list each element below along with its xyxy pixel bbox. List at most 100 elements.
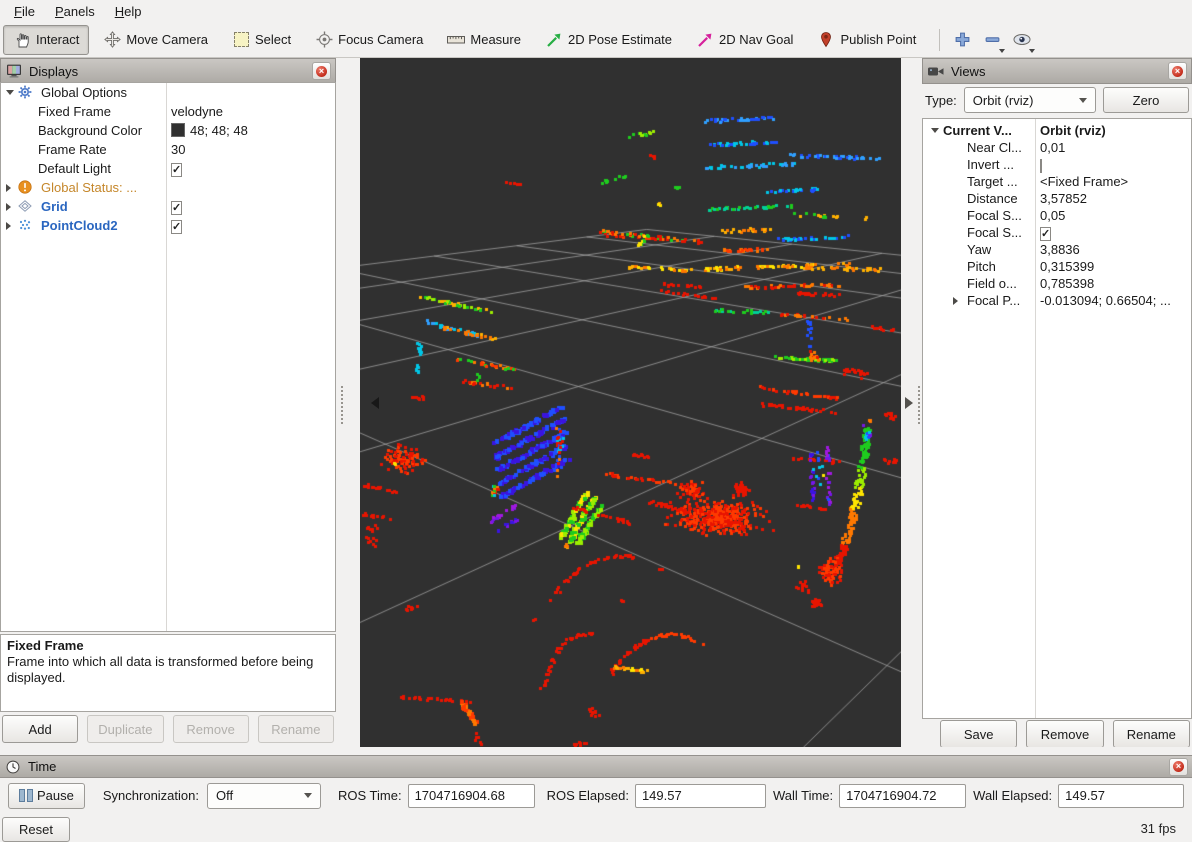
time-panel-title: Time (28, 759, 1163, 774)
tool-visibility-button[interactable] (1009, 26, 1035, 54)
tool-move-camera-button[interactable]: Move Camera (93, 25, 218, 55)
tool-interact-button[interactable]: Interact (3, 25, 89, 55)
reset-button[interactable]: Reset (2, 817, 70, 842)
remove-tool-button[interactable] (979, 26, 1005, 54)
tree-row[interactable]: Frame Rate 30 (1, 140, 335, 159)
menu-item-panels[interactable]: Panels (45, 2, 105, 21)
tree-row[interactable]: Near Cl...0,01 (923, 139, 1191, 156)
pause-button[interactable]: Pause (8, 783, 85, 809)
tree-row[interactable]: Pitch0,315399 (923, 258, 1191, 275)
tree-row[interactable]: PointCloud2✓ (1, 216, 335, 235)
checkbox-checked[interactable]: ✓ (1040, 227, 1051, 241)
tool-focus-camera-button[interactable]: Focus Camera (305, 25, 433, 55)
displays-panel-header[interactable]: Displays × (0, 58, 336, 84)
expander-closed-icon[interactable] (6, 222, 11, 230)
expander-closed-icon[interactable] (953, 297, 958, 305)
value-text[interactable]: 30 (171, 142, 185, 157)
expander-closed-icon[interactable] (6, 203, 11, 211)
color-swatch[interactable] (171, 123, 185, 137)
add-tool-button[interactable] (949, 26, 975, 54)
displays-panel: Displays × Global OptionsFixed Framevelo… (0, 58, 336, 747)
menu-item-help[interactable]: Help (105, 2, 152, 21)
tool-publish-point-button[interactable]: Publish Point (807, 25, 926, 55)
tree-row[interactable]: Grid✓ (1, 197, 335, 216)
property-value: <Fixed Frame> (1040, 174, 1128, 189)
save-button[interactable]: Save (940, 720, 1017, 748)
wall-elapsed-field[interactable]: 149.57 (1058, 784, 1184, 808)
expander-open-icon[interactable] (931, 128, 939, 133)
property-value: 0,785398 (1040, 276, 1094, 291)
expander-open-icon[interactable] (6, 90, 14, 95)
collapse-left-panel-icon[interactable] (371, 397, 379, 409)
sync-select[interactable]: Off (207, 783, 321, 809)
displays-tree[interactable]: Global OptionsFixed FramevelodyneBackgro… (0, 82, 336, 632)
minus-icon (983, 31, 1001, 49)
tree-row[interactable]: Target ...<Fixed Frame> (923, 173, 1191, 190)
property-value[interactable]: ✓ (171, 161, 182, 176)
checkbox-checked[interactable]: ✓ (171, 201, 182, 215)
view-type-select[interactable]: Orbit (rviz) (964, 87, 1096, 113)
tree-row[interactable]: Fixed Framevelodyne (1, 102, 335, 121)
splitter-handle[interactable] (918, 386, 920, 424)
tool-2d-nav-goal-button[interactable]: 2D Nav Goal (686, 25, 803, 55)
displays-buttons: AddDuplicateRemoveRename (2, 715, 334, 743)
menu-bar: FilePanelsHelp (0, 0, 1192, 22)
checkbox-checked[interactable]: ✓ (171, 220, 182, 234)
rename-button[interactable]: Rename (1113, 720, 1190, 748)
tree-row[interactable]: Default Light✓ (1, 159, 335, 178)
tree-row[interactable]: Distance3,57852 (923, 190, 1191, 207)
tool-2d-pose-estimate-button[interactable]: 2D Pose Estimate (535, 25, 682, 55)
help-body: Frame into which all data is transformed… (7, 654, 329, 686)
tree-row[interactable]: Invert ... (923, 156, 1191, 173)
displays-close-button[interactable]: × (312, 62, 331, 80)
property-value[interactable]: ✓ (171, 199, 182, 214)
property-value[interactable]: ✓ (171, 218, 182, 233)
views-panel-header[interactable]: Views × (922, 58, 1192, 84)
ros-time-field[interactable]: 1704716904.68 (408, 784, 535, 808)
monitor-icon (5, 62, 23, 80)
tree-row[interactable]: Focal P...-0.013094; 0.66504; ... (923, 292, 1191, 309)
splitter-handle[interactable] (341, 386, 343, 424)
tool-select-button[interactable]: Select (222, 25, 301, 55)
type-label: Type: (925, 93, 957, 108)
add-button[interactable]: Add (2, 715, 78, 743)
menu-item-file[interactable]: File (4, 2, 45, 21)
tree-row[interactable]: Global Options (1, 83, 335, 102)
time-close-button[interactable]: × (1169, 758, 1188, 776)
3d-render-canvas[interactable] (360, 58, 901, 747)
zero-button[interactable]: Zero (1103, 87, 1189, 113)
views-close-button[interactable]: × (1168, 62, 1187, 80)
property-name: Frame Rate (38, 142, 107, 157)
tree-row[interactable]: Focal S...0,05 (923, 207, 1191, 224)
tool-label: Focus Camera (338, 32, 423, 47)
splitter-right[interactable] (901, 58, 922, 747)
expander-closed-icon[interactable] (6, 184, 11, 192)
tree-row[interactable]: Background Color48; 48; 48 (1, 121, 335, 140)
property-value[interactable]: ✓ (1040, 225, 1051, 240)
time-panel-header[interactable]: Time × (0, 755, 1192, 778)
wall-time-field[interactable]: 1704716904.72 (839, 784, 966, 808)
value-text[interactable]: 48; 48; 48 (190, 123, 248, 138)
tree-row[interactable]: Current V...Orbit (rviz) (923, 122, 1191, 139)
tool-label: Interact (36, 32, 79, 47)
ros-elapsed-field[interactable]: 149.57 (635, 784, 766, 808)
collapse-right-panel-icon[interactable] (905, 397, 913, 409)
checkbox-checked[interactable]: ✓ (171, 163, 182, 177)
remove-button[interactable]: Remove (1026, 720, 1103, 748)
splitter-left[interactable] (336, 58, 360, 747)
tree-row[interactable]: Yaw3,8836 (923, 241, 1191, 258)
rename-button: Rename (258, 715, 334, 743)
close-icon: × (1173, 761, 1184, 772)
property-value[interactable] (1040, 157, 1042, 172)
render-view[interactable] (360, 58, 901, 747)
views-panel-title: Views (951, 64, 1162, 79)
tree-row[interactable]: Field o...0,785398 (923, 275, 1191, 292)
tool-measure-button[interactable]: Measure (437, 25, 531, 55)
checkbox[interactable] (1040, 159, 1042, 173)
tree-row[interactable]: Global Status: ... (1, 178, 335, 197)
views-tree[interactable]: Current V...Orbit (rviz)Near Cl...0,01In… (922, 118, 1192, 719)
value-text[interactable]: velodyne (171, 104, 223, 119)
move-icon (103, 31, 121, 49)
tree-row[interactable]: Focal S...✓ (923, 224, 1191, 241)
bottom-gap (0, 747, 1192, 755)
